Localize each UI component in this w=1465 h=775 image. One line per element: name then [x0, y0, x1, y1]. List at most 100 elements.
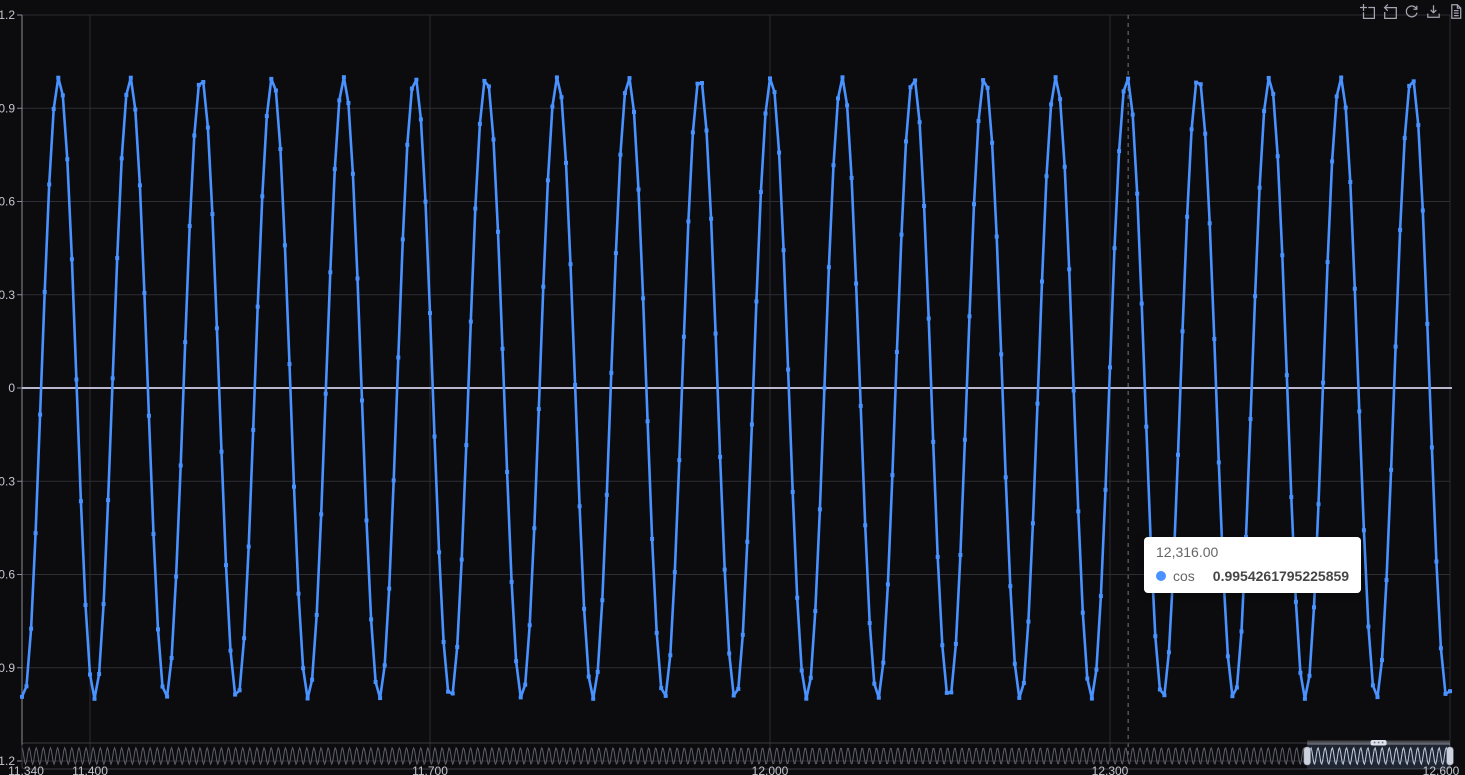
data-point-symbol — [926, 316, 931, 321]
y-axis-label: 0.6 — [0, 195, 15, 209]
restore-icon[interactable] — [1403, 3, 1420, 20]
data-point-symbol — [1334, 94, 1339, 99]
data-point-symbol — [110, 376, 115, 381]
data-point-symbol — [414, 77, 419, 82]
data-point-symbol — [432, 434, 437, 439]
data-point-symbol — [582, 606, 587, 611]
datazoom-slider[interactable] — [21, 740, 1454, 770]
data-point-symbol — [305, 696, 310, 701]
data-point-symbol — [1361, 528, 1366, 533]
data-point-symbol — [83, 603, 88, 607]
data-point-symbol — [205, 125, 210, 130]
data-point-symbol — [532, 526, 537, 531]
data-point-symbol — [387, 586, 392, 591]
data-point-symbol — [446, 689, 451, 694]
data-point-symbol — [690, 130, 695, 135]
tooltip: 12,316.00 cos 0.9954261795225859 — [1144, 537, 1362, 593]
data-point-symbol — [822, 386, 827, 391]
data-point-symbol — [24, 684, 29, 689]
data-point-symbol — [1293, 599, 1298, 604]
data-point-symbol — [1008, 584, 1013, 589]
data-point-symbol — [423, 199, 428, 204]
data-point-symbol — [609, 370, 614, 375]
data-point-symbol — [1239, 629, 1244, 634]
data-point-symbol — [1302, 696, 1307, 701]
data-point-symbol — [1257, 185, 1262, 190]
data-point-symbol — [310, 677, 315, 682]
data-point-symbol — [591, 696, 596, 701]
data-point-symbol — [391, 478, 396, 483]
data-point-symbol — [29, 626, 34, 631]
data-point-symbol — [636, 187, 641, 192]
data-point-symbol — [496, 229, 500, 234]
data-point-symbol — [1067, 267, 1072, 272]
data-point-symbol — [935, 554, 940, 559]
data-point-symbol — [174, 574, 179, 579]
data-point-symbol — [1139, 301, 1144, 306]
data-point-symbol — [709, 216, 714, 221]
save-image-icon[interactable] — [1425, 3, 1442, 20]
data-point-symbol — [659, 686, 664, 691]
data-point-symbol — [890, 473, 895, 478]
data-point-symbol — [269, 76, 274, 81]
data-point-symbol — [686, 219, 691, 224]
data-point-symbol — [831, 163, 836, 168]
data-point-symbol — [146, 413, 151, 418]
data-point-symbol — [101, 602, 106, 607]
data-point-symbol — [1076, 509, 1081, 514]
data-point-symbol — [1330, 159, 1335, 164]
data-point-symbol — [1352, 286, 1357, 291]
data-point-symbol — [1384, 578, 1389, 583]
chart-plot-area[interactable]: 1.20.90.60.30-0.3-0.6-0.9-1.211,34011,40… — [0, 0, 1465, 775]
data-point-symbol — [1157, 687, 1162, 692]
data-point-symbol — [364, 518, 369, 523]
data-point-symbol — [1230, 694, 1235, 699]
data-point-symbol — [749, 422, 754, 427]
data-point-symbol — [255, 304, 260, 309]
data-point-symbol — [872, 681, 877, 686]
data-point-symbol — [33, 531, 38, 536]
data-point-symbol — [1434, 559, 1439, 564]
data-point-symbol — [1307, 673, 1312, 678]
data-point-symbol — [437, 550, 442, 555]
slider-handle-left[interactable] — [1303, 746, 1311, 766]
data-point-symbol — [763, 111, 768, 116]
data-point-symbol — [754, 299, 759, 304]
data-point-symbol — [106, 498, 111, 503]
data-point-symbol — [1407, 83, 1412, 88]
data-point-symbol — [450, 691, 455, 696]
data-point-symbol — [314, 612, 319, 617]
zoom-select-icon[interactable] — [1359, 3, 1376, 20]
data-point-symbol — [817, 507, 822, 512]
data-point-symbol — [1166, 650, 1171, 655]
data-point-symbol — [894, 350, 899, 354]
data-point-symbol — [1312, 605, 1316, 610]
data-point-symbol — [196, 82, 201, 87]
data-point-symbol — [1234, 685, 1239, 690]
data-point-symbol — [600, 598, 605, 603]
data-point-symbol — [586, 674, 591, 679]
data-point-symbol — [922, 204, 927, 208]
data-point-symbol — [1130, 112, 1135, 117]
tooltip-series-name: cos — [1173, 567, 1195, 584]
data-view-icon[interactable] — [1447, 3, 1464, 20]
data-point-symbol — [1021, 681, 1026, 685]
data-point-symbol — [319, 512, 324, 517]
slider-handle-right[interactable] — [1446, 746, 1454, 766]
data-point-symbol — [1225, 654, 1230, 659]
zoom-reset-icon[interactable] — [1381, 3, 1398, 20]
data-point-symbol — [1058, 97, 1063, 102]
data-point-symbol — [78, 499, 83, 504]
data-point-symbol — [1103, 487, 1108, 492]
data-point-symbol — [718, 455, 723, 459]
data-point-symbol — [1176, 452, 1180, 457]
data-point-symbol — [1089, 696, 1094, 701]
data-point-symbol — [944, 690, 949, 695]
data-point-symbol — [482, 78, 487, 83]
x-axis-label: 12,300 — [1092, 764, 1129, 775]
data-point-symbol — [985, 85, 990, 90]
data-point-symbol — [1343, 105, 1348, 110]
data-point-symbol — [908, 85, 913, 90]
data-point-symbol — [60, 93, 65, 98]
data-point-symbol — [1271, 91, 1276, 96]
